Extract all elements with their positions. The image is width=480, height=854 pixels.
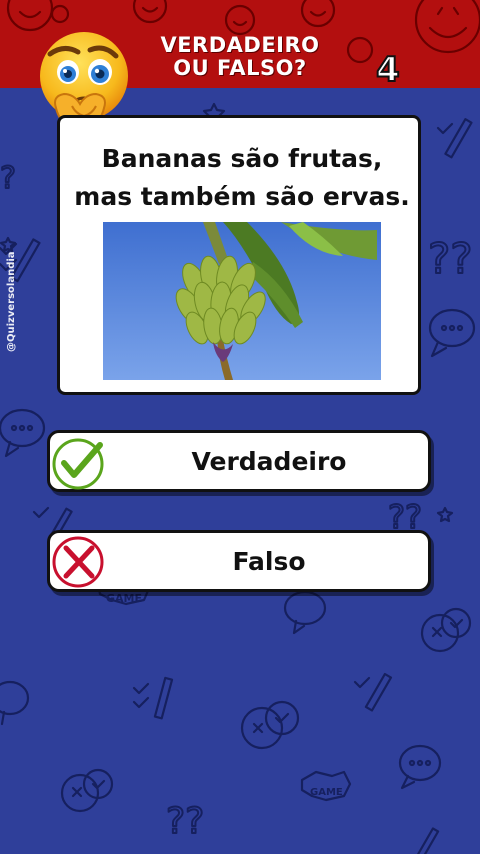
svg-text:?: ? — [0, 161, 16, 196]
question-text: Bananas são frutas, mas também são ervas… — [60, 140, 424, 216]
question-card: Bananas são frutas, mas também são ervas… — [57, 115, 421, 395]
svg-text:??: ?? — [166, 801, 204, 842]
question-line-2: mas também são ervas. — [74, 182, 410, 211]
check-icon — [52, 438, 104, 490]
title-line-2: OU FALSO? — [173, 56, 307, 80]
answer-false-button[interactable]: Falso — [47, 530, 431, 592]
quiz-screen: ?? ?? ?? ? GAME GAME VERDADEIRO OU FALSO… — [0, 0, 480, 854]
svg-text:??: ?? — [428, 234, 473, 283]
answer-true-label: Verdadeiro — [191, 447, 347, 476]
watermark: @Quizversolandia — [6, 251, 17, 352]
banana-bunch-image — [103, 222, 381, 380]
question-line-1: Bananas são frutas, — [101, 144, 383, 173]
quiz-title: VERDADEIRO OU FALSO? — [130, 34, 350, 80]
question-number: 4 — [375, 49, 401, 88]
answer-false-label: Falso — [232, 547, 306, 576]
x-mark-icon — [52, 536, 104, 588]
answer-true-button[interactable]: Verdadeiro — [47, 430, 431, 492]
svg-text:GAME: GAME — [310, 787, 343, 798]
title-line-1: VERDADEIRO — [160, 33, 320, 57]
svg-text:GAME: GAME — [106, 592, 142, 605]
